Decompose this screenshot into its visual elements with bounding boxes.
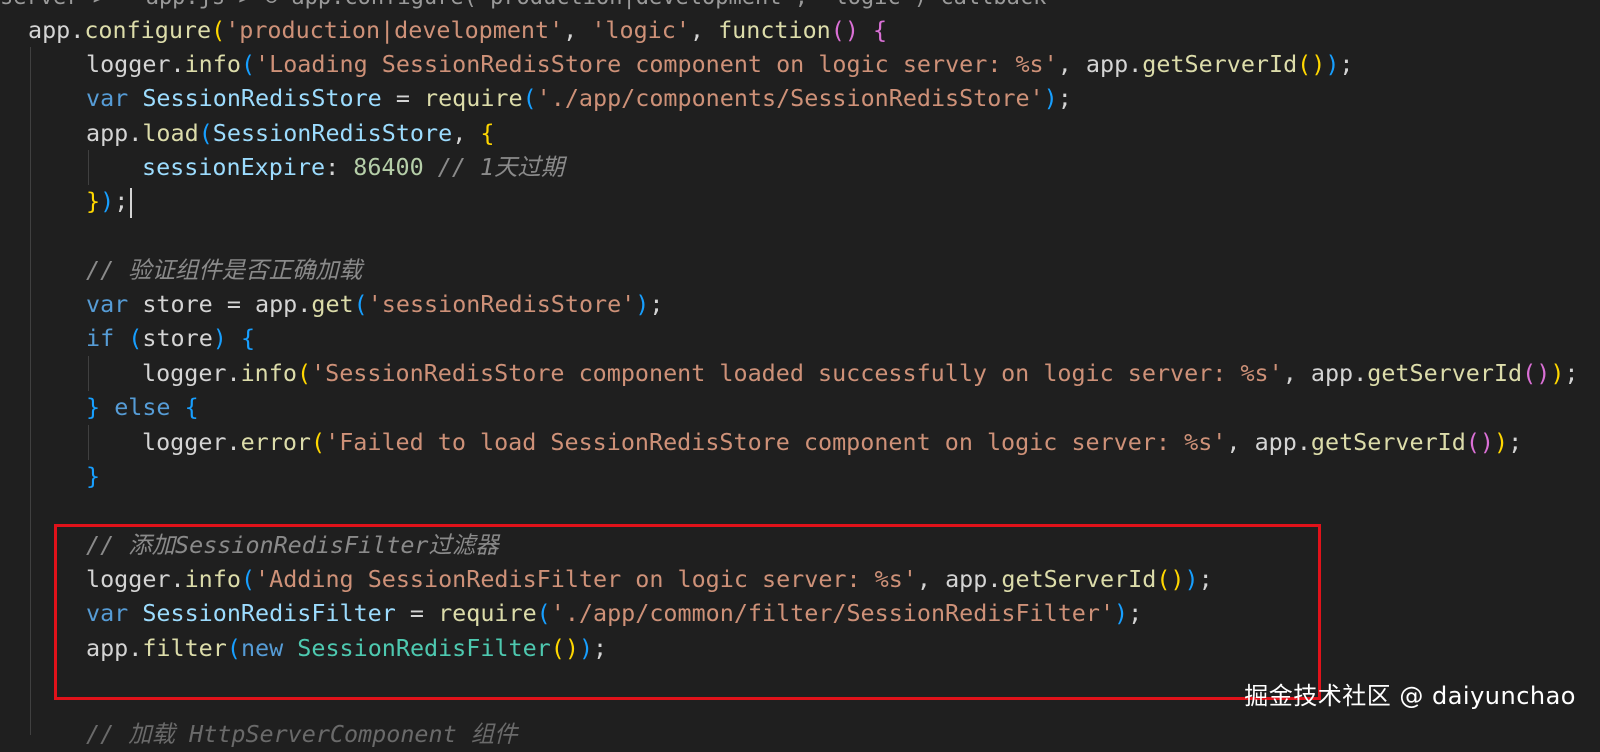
token: load <box>142 119 199 147</box>
code-line: app.load(SessionRedisStore, { <box>86 119 495 147</box>
code-line: logger.info('SessionRedisStore component… <box>142 359 1579 387</box>
token: logger <box>86 50 171 78</box>
code-line: if (store) { <box>86 324 256 352</box>
token: store <box>142 290 213 318</box>
token: var <box>86 84 129 112</box>
token: 'logic' <box>591 16 690 44</box>
token: 86400 <box>353 153 424 181</box>
token: SessionRedisStore <box>212 119 453 147</box>
token: else <box>114 393 171 421</box>
token: function <box>718 16 831 44</box>
token: if <box>86 324 115 352</box>
code-line: } <box>86 462 101 490</box>
token: configure <box>84 16 212 44</box>
code-line: sessionExpire: 86400 // 1天过期 <box>142 153 565 181</box>
token: info <box>184 50 241 78</box>
token: SessionRedisStore <box>142 84 382 112</box>
indent-guide <box>88 425 89 460</box>
token: require <box>424 84 523 112</box>
token: app <box>28 16 71 44</box>
indent-guide <box>88 150 89 185</box>
token: logger <box>142 359 227 387</box>
token: app <box>1085 50 1129 78</box>
token: getServerId <box>1367 359 1523 387</box>
token: error <box>240 428 312 456</box>
token: var <box>86 290 129 318</box>
code-editor[interactable]: server > app.js > ⊙ app.configure('produ… <box>0 0 1600 748</box>
code-line: var store = app.get('sessionRedisStore')… <box>86 290 664 318</box>
token: app <box>1254 428 1297 456</box>
indent-guide <box>30 47 31 735</box>
token: 'SessionRedisStore component loaded succ… <box>311 359 1283 387</box>
token: store <box>142 324 213 352</box>
token: info <box>240 359 297 387</box>
token: getServerId <box>1142 50 1298 78</box>
indent-guide <box>88 356 89 391</box>
code-line: logger.error('Failed to load SessionRedi… <box>142 428 1523 456</box>
highlight-box <box>54 524 1321 700</box>
token: sessionExpire <box>142 153 326 181</box>
code-line: var SessionRedisStore = require('./app/c… <box>86 84 1072 112</box>
token: './app/components/SessionRedisStore' <box>536 84 1044 112</box>
token: 'production|development' <box>225 16 564 44</box>
code-line: logger.info('Loading SessionRedisStore c… <box>86 50 1354 78</box>
token: get <box>311 290 354 318</box>
token: app <box>86 119 129 147</box>
token: 'Failed to load SessionRedisStore compon… <box>325 428 1227 456</box>
token: // 1天过期 <box>437 153 565 181</box>
token: getServerId <box>1310 428 1466 456</box>
token: 'sessionRedisStore' <box>367 290 636 318</box>
token: // 验证组件是否正确加载 <box>86 256 363 284</box>
token: 'Loading SessionRedisStore component on … <box>255 50 1058 78</box>
watermark: 掘金技术社区 @ daiyunchao <box>1244 682 1576 710</box>
token: logger <box>142 428 227 456</box>
code-line: // 验证组件是否正确加载 <box>86 253 362 288</box>
code-line: app.configure('production|development', … <box>28 16 888 44</box>
code-line: } else { <box>86 393 199 421</box>
token: app <box>1310 359 1354 387</box>
token: app <box>255 290 298 318</box>
text-cursor <box>130 187 133 218</box>
code-line: }); <box>86 184 133 219</box>
